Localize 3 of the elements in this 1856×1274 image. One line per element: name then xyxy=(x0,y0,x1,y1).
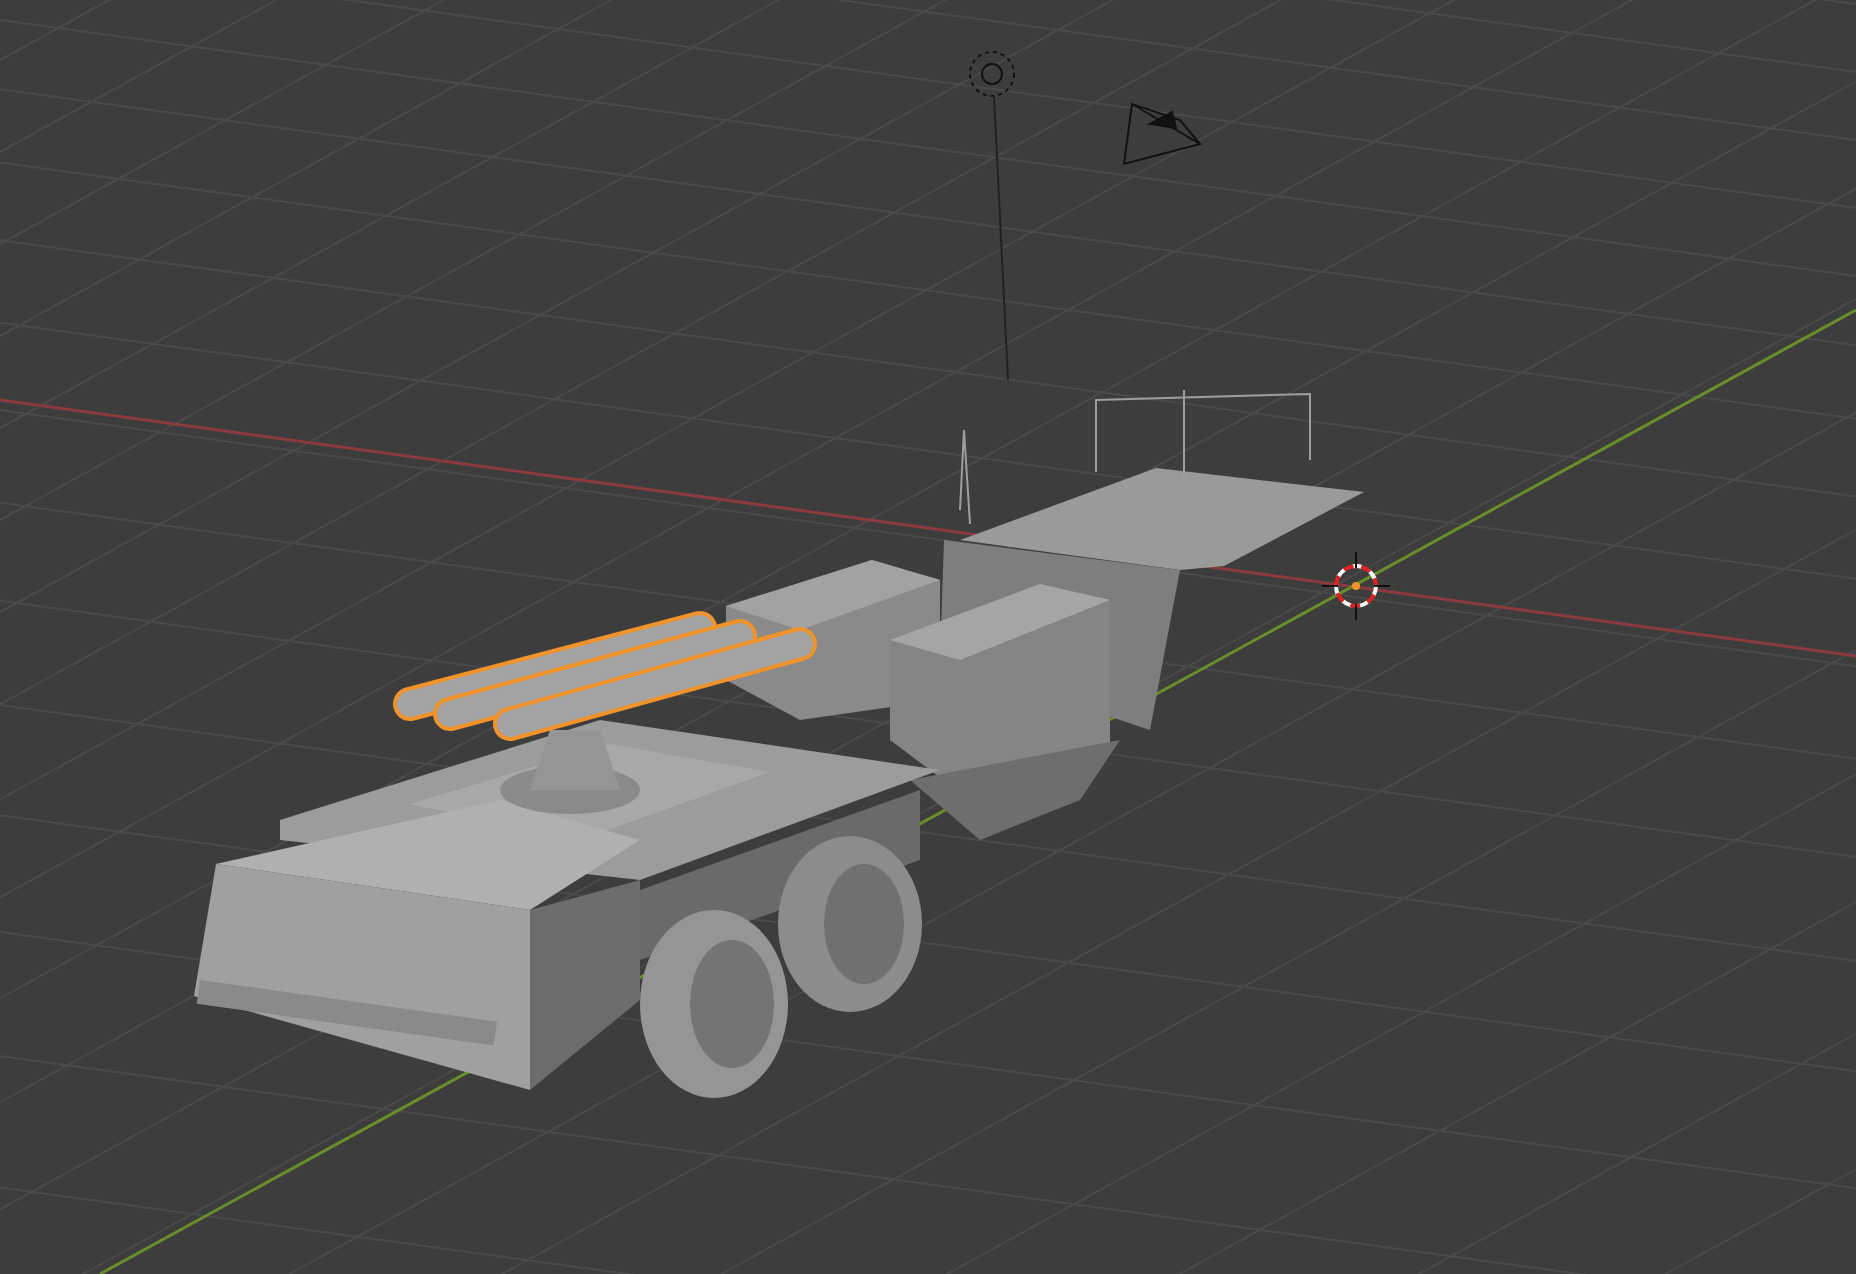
3d-cursor-icon[interactable] xyxy=(1321,551,1391,621)
rocket-launcher-drawing[interactable] xyxy=(393,611,817,814)
truck-drawing[interactable] xyxy=(194,389,1364,1098)
